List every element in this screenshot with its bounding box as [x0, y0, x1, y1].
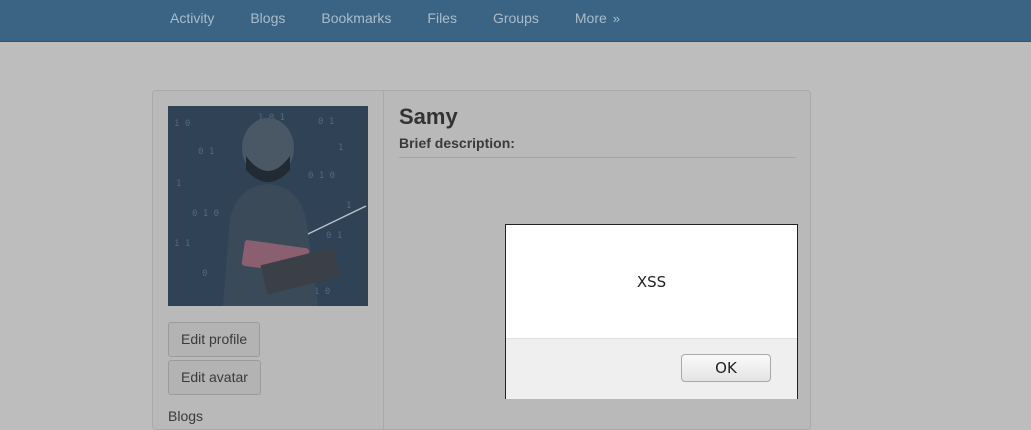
chevron-right-icon: » — [612, 11, 621, 26]
edit-profile-button[interactable]: Edit profile — [168, 322, 261, 357]
nav-more-label: More — [574, 10, 607, 26]
svg-text:0 1: 0 1 — [318, 117, 334, 127]
alert-footer: OK — [506, 338, 797, 399]
svg-text:1 1: 1 1 — [174, 239, 190, 249]
svg-text:0 1 0: 0 1 0 — [192, 209, 219, 219]
svg-text:1 0: 1 0 — [174, 119, 190, 129]
svg-text:0: 0 — [202, 269, 207, 279]
svg-text:1: 1 — [176, 179, 181, 189]
avatar: 1 00 11 0 1 01 10 0 110 1 0 10 11 0 1 0 … — [168, 106, 368, 306]
svg-text:0 1: 0 1 — [198, 147, 214, 157]
nav-menu: Activity Blogs Bookmarks Files Groups Mo… — [152, 0, 638, 36]
profile-name: Samy — [399, 104, 458, 129]
svg-text:0 1 0: 0 1 0 — [308, 171, 335, 181]
profile-owner-block: 1 00 11 0 1 01 10 0 110 1 0 10 11 0 1 0 … — [153, 91, 384, 429]
svg-text:1: 1 — [346, 201, 351, 211]
nav-item-more[interactable]: More » — [557, 0, 638, 36]
alert-dialog: XSS OK — [505, 224, 798, 399]
avatar-image: 1 00 11 0 1 01 10 0 110 1 0 10 11 0 1 0 … — [168, 106, 368, 306]
profile-details: Samy Brief description: — [399, 101, 796, 158]
edit-avatar-button[interactable]: Edit avatar — [168, 360, 261, 395]
nav-item-blogs[interactable]: Blogs — [232, 0, 303, 36]
ok-button[interactable]: OK — [681, 354, 771, 382]
brief-description-label: Brief description: — [399, 135, 796, 158]
nav-item-files[interactable]: Files — [409, 0, 475, 36]
nav-item-bookmarks[interactable]: Bookmarks — [303, 0, 409, 36]
nav-item-groups[interactable]: Groups — [475, 0, 557, 36]
owner-blogs-link[interactable]: Blogs — [168, 408, 203, 424]
alert-message: XSS — [636, 272, 667, 291]
svg-text:1: 1 — [338, 143, 343, 153]
top-navigation-bar: Activity Blogs Bookmarks Files Groups Mo… — [0, 0, 1031, 42]
nav-item-activity[interactable]: Activity — [152, 0, 232, 36]
svg-text:0 1: 0 1 — [326, 231, 342, 241]
